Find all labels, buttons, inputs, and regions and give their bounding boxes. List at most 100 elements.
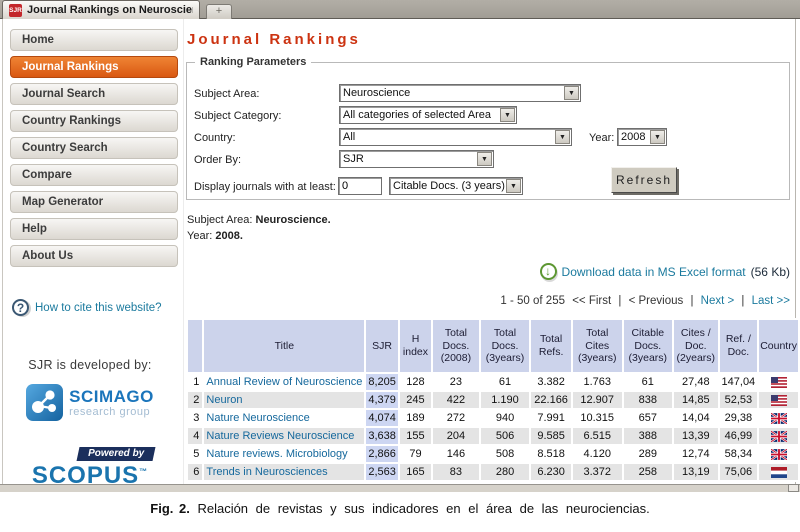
year-select[interactable]: 2008 [617,128,667,146]
display-unit-select[interactable]: Citable Docs. (3 years) [389,177,523,195]
chevron-down-icon[interactable] [477,152,492,166]
cell-country [759,464,798,480]
chevron-down-icon[interactable] [506,179,521,193]
table-row: 2Neuron4,3792454221.19022.16612.90783814… [188,392,798,408]
flag-gb-icon [771,431,787,442]
sidebar-item-journal-rankings[interactable]: Journal Rankings [10,56,178,78]
pagination-next-link[interactable]: Next > [701,295,735,307]
sidebar-item-country-search[interactable]: Country Search [10,137,178,159]
journal-title-link[interactable]: Nature reviews. Microbiology [204,446,364,462]
table-row: 4Nature Reviews Neuroscience3,6381552045… [188,428,798,444]
year-value: 2008 [618,131,649,143]
cell-total-cites-3years: 6.515 [573,428,622,444]
download-excel-link[interactable]: Download data in MS Excel format [562,265,746,279]
cell-refs-per-doc: 147,04 [720,374,758,390]
chevron-down-icon[interactable] [650,130,665,144]
country-label: Country: [194,132,236,144]
cell-sjr: 2,563 [366,464,398,480]
sidebar-item-map-generator[interactable]: Map Generator [10,191,178,213]
summary-year-value: 2008. [215,230,243,242]
how-to-cite-link[interactable]: How to cite this website? [35,302,162,314]
sidebar-main-divider [183,19,184,484]
sidebar-item-journal-search[interactable]: Journal Search [10,83,178,105]
sidebar-item-compare[interactable]: Compare [10,164,178,186]
pagination-separator: | [741,295,744,307]
pagination-range: 1 - 50 of 255 [500,295,565,307]
sjr-favicon-icon: SJR [9,4,22,17]
cell-sjr: 2,866 [366,446,398,462]
new-tab-button[interactable]: + [206,4,232,19]
cell-cites-per-doc-2years: 14,04 [674,410,717,426]
pagination-last-link[interactable]: Last >> [752,295,790,307]
cell-cites-per-doc-2years: 13,39 [674,428,717,444]
country-value: All [340,131,554,143]
sidebar-nav: Home Journal Rankings Journal Search Countr… [10,29,178,267]
pagination-separator: | [618,295,621,307]
clipped-row-strip [0,484,800,492]
cell-total-cites-3years: 10.315 [573,410,622,426]
download-icon: ↓ [540,263,557,280]
journal-title-link[interactable]: Annual Review of Neuroscience [204,374,364,390]
subject-area-select[interactable]: Neuroscience [339,84,581,102]
year-label: Year: [589,132,614,144]
cell-rank: 6 [188,464,202,480]
subject-area-value: Neuroscience [340,87,563,99]
sidebar-item-about-us[interactable]: About Us [10,245,178,267]
subject-area-label: Subject Area: [194,88,259,100]
journal-title-link[interactable]: Nature Neuroscience [204,410,364,426]
cell-citable-docs-3years: 388 [624,428,673,444]
journal-title-link[interactable]: Neuron [204,392,364,408]
result-summary: Subject Area: Neuroscience. Year: 2008. [187,212,331,244]
cell-refs-per-doc: 46,99 [720,428,758,444]
rankings-table-body: 1Annual Review of Neuroscience8,20512823… [188,374,798,480]
question-mark-icon: ? [12,299,29,316]
flag-nl-icon [771,467,787,478]
col-total-cites-3years: Total Cites (3years) [573,320,622,372]
subject-category-select[interactable]: All categories of selected Area [339,106,517,124]
cell-total-refs: 6.230 [531,464,571,480]
cell-docs-2008: 83 [433,464,479,480]
table-header-row: Title SJR H index Total Docs. (2008) Tot… [188,320,798,372]
refresh-button[interactable]: Refresh [611,167,677,193]
scimago-logo[interactable]: SCIMAGO research group [0,384,180,421]
country-select[interactable]: All [339,128,572,146]
col-rank [188,320,202,372]
download-row: ↓ Download data in MS Excel format (56 K… [186,263,790,280]
cell-h-index: 128 [400,374,431,390]
scopus-logo[interactable]: Powered by SCOPUS™ [0,443,180,487]
scimago-subtitle: research group [69,406,154,418]
cell-total-cites-3years: 4.120 [573,446,622,462]
rankings-table: Title SJR H index Total Docs. (2008) Tot… [186,318,800,482]
display-min-label: Display journals with at least: [194,181,336,193]
journal-title-link[interactable]: Trends in Neurosciences [204,464,364,480]
sidebar-item-home[interactable]: Home [10,29,178,51]
cell-citable-docs-3years: 289 [624,446,673,462]
cell-cites-per-doc-2years: 14,85 [674,392,717,408]
powered-by-ribbon: Powered by [76,447,155,461]
tab-title: Journal Rankings on Neuroscience [27,4,193,16]
figure-caption-label: Fig. 2. [150,501,190,516]
sidebar-item-country-rankings[interactable]: Country Rankings [10,110,178,132]
pagination-first: << First [572,295,611,307]
chevron-down-icon[interactable] [500,108,515,122]
sidebar-item-help[interactable]: Help [10,218,178,240]
order-by-select[interactable]: SJR [339,150,494,168]
browser-tab-bar: SJR Journal Rankings on Neuroscience + [0,0,800,19]
cell-sjr: 4,074 [366,410,398,426]
cell-docs-2008: 422 [433,392,479,408]
browser-tab[interactable]: SJR Journal Rankings on Neuroscience [2,0,200,19]
table-row: 6Trends in Neurosciences2,563165832806.2… [188,464,798,480]
display-min-input[interactable] [338,177,382,195]
cell-rank: 5 [188,446,202,462]
cell-docs-2008: 23 [433,374,479,390]
cell-h-index: 155 [400,428,431,444]
chevron-down-icon[interactable] [564,86,579,100]
cell-docs-3years: 508 [481,446,530,462]
col-h-index: H index [400,320,431,372]
chevron-down-icon[interactable] [555,130,570,144]
pagination-separator: | [690,295,693,307]
journal-title-link[interactable]: Nature Reviews Neuroscience [204,428,364,444]
scimago-wordmark: SCIMAGO research group [69,388,154,418]
col-cites-per-doc: Cites / Doc. (2years) [674,320,717,372]
cell-cites-per-doc-2years: 27,48 [674,374,717,390]
